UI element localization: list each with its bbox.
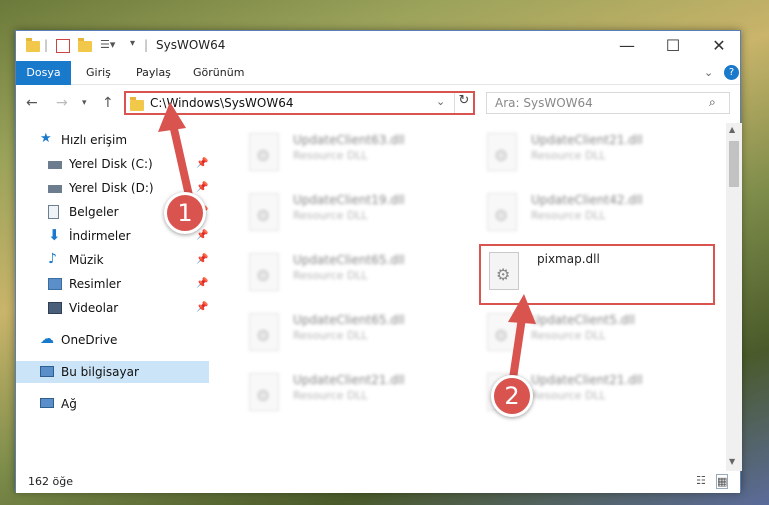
dll-file-icon xyxy=(487,313,517,351)
forward-button[interactable]: → xyxy=(56,95,68,111)
title-bar: | ☰▾ ▾ | SysWOW64 — ☐ ✕ xyxy=(16,31,740,61)
nav-item-muzik[interactable]: ♪ Müzik 📌 xyxy=(16,249,209,271)
nav-onedrive[interactable]: ☁ OneDrive xyxy=(16,329,209,351)
status-bar: 162 öğe ☷ ▦ xyxy=(16,471,740,493)
refresh-icon[interactable]: ↻ xyxy=(454,93,473,113)
computer-icon xyxy=(40,366,54,377)
folder-icon xyxy=(130,97,144,111)
navigation-pane: ★ Hızlı erişim Yerel Disk (C:) 📌 Yerel D… xyxy=(16,123,209,471)
dll-file-icon xyxy=(487,193,517,231)
scroll-thumb[interactable] xyxy=(729,141,739,187)
nav-item-videolar[interactable]: Videolar 📌 xyxy=(16,297,209,319)
search-input[interactable]: Ara: SysWOW64 ⌕ xyxy=(486,92,730,114)
file-item[interactable]: UpdateClient21.dll Resource DLL xyxy=(479,127,699,183)
address-path: C:\Windows\SysWOW64 xyxy=(150,96,294,110)
download-icon: ⬇ xyxy=(48,226,61,244)
dll-file-icon xyxy=(249,193,279,231)
separator: | xyxy=(44,38,49,52)
network-icon xyxy=(40,398,54,408)
up-button[interactable]: ↑ xyxy=(102,95,114,111)
window-title: SysWOW64 xyxy=(156,38,226,52)
recent-locations-icon[interactable]: ▾ xyxy=(82,98,87,108)
star-icon: ★ xyxy=(40,131,52,146)
nav-item-local-disk-c[interactable]: Yerel Disk (C:) 📌 xyxy=(16,153,209,175)
search-icon[interactable]: ⌕ xyxy=(709,95,716,110)
ribbon-collapse-icon[interactable]: ⌄ xyxy=(704,61,713,85)
search-placeholder: Ara: SysWOW64 xyxy=(495,96,593,110)
qa-dropdown-icon[interactable]: ▾ xyxy=(130,38,135,54)
minimize-button[interactable]: — xyxy=(604,31,650,61)
dll-file-icon xyxy=(249,253,279,291)
explorer-window: | ☰▾ ▾ | SysWOW64 — ☐ ✕ Dosya Giriş Payl… xyxy=(15,30,742,493)
nav-this-pc[interactable]: Bu bilgisayar xyxy=(16,361,209,383)
file-item[interactable]: UpdateClient19.dll Resource DLL xyxy=(241,187,461,243)
file-item[interactable]: UpdateClient5.dll Resource DLL xyxy=(479,307,699,363)
address-bar[interactable]: C:\Windows\SysWOW64 ⌄ ↻ xyxy=(124,91,475,115)
nav-item-resimler[interactable]: Resimler 📌 xyxy=(16,273,209,295)
pictures-icon xyxy=(48,278,62,290)
documents-icon xyxy=(48,205,59,219)
file-item[interactable]: UpdateClient63.dll Resource DLL xyxy=(241,127,461,183)
separator: | xyxy=(144,38,149,52)
pin-icon[interactable]: 📌 xyxy=(196,273,208,295)
drive-icon xyxy=(48,161,62,169)
drive-icon xyxy=(48,185,62,193)
file-item[interactable]: UpdateClient42.dll Resource DLL xyxy=(479,187,699,243)
new-folder-icon[interactable] xyxy=(78,38,92,52)
dll-file-icon xyxy=(249,133,279,171)
file-item[interactable]: UpdateClient65.dll Resource DLL xyxy=(241,307,461,363)
file-item[interactable]: UpdateClient65.dll Resource DLL xyxy=(241,247,461,303)
tab-dosya[interactable]: Dosya xyxy=(16,61,71,85)
pin-icon[interactable]: 📌 xyxy=(196,297,208,319)
back-button[interactable]: ← xyxy=(26,95,38,111)
dll-file-icon xyxy=(249,373,279,411)
nav-network[interactable]: Ağ xyxy=(16,393,209,415)
ribbon-tabs: Dosya Giriş Paylaş Görünüm ⌄ ? xyxy=(16,61,740,85)
tab-giris[interactable]: Giriş xyxy=(86,61,111,85)
close-button[interactable]: ✕ xyxy=(696,31,742,61)
scroll-up-icon[interactable]: ▲ xyxy=(729,125,735,134)
nav-quick-access[interactable]: ★ Hızlı erişim xyxy=(16,129,209,151)
item-count: 162 öğe xyxy=(28,475,73,488)
step-badge-2: 2 xyxy=(491,375,533,417)
file-list: UpdateClient63.dll Resource DLL UpdateCl… xyxy=(211,123,726,471)
vertical-scrollbar[interactable]: ▲ ▼ xyxy=(726,123,742,471)
tab-paylas[interactable]: Paylaş xyxy=(136,61,171,85)
pin-icon[interactable]: 📌 xyxy=(196,153,208,175)
properties-icon[interactable] xyxy=(56,39,70,53)
music-icon: ♪ xyxy=(48,251,57,267)
address-row: ← → ▾ ↑ C:\Windows\SysWOW64 ⌄ ↻ Ara: Sys… xyxy=(16,86,740,120)
details-view-icon[interactable]: ☷ xyxy=(696,474,706,487)
dll-file-icon xyxy=(249,313,279,351)
tab-gorunum[interactable]: Görünüm xyxy=(193,61,244,85)
file-item[interactable]: UpdateClient21.dll Resource DLL xyxy=(241,367,461,423)
dll-file-icon xyxy=(487,133,517,171)
address-dropdown-icon[interactable]: ⌄ xyxy=(436,95,445,108)
videos-icon xyxy=(48,302,62,314)
file-name: pixmap.dll xyxy=(537,252,600,266)
cloud-icon: ☁ xyxy=(40,331,54,347)
maximize-button[interactable]: ☐ xyxy=(650,31,696,61)
large-icons-view-icon[interactable]: ▦ xyxy=(716,474,729,489)
folder-icon xyxy=(26,38,40,52)
step-badge-1: 1 xyxy=(164,192,206,234)
file-item-pixmap[interactable]: pixmap.dll xyxy=(479,244,715,305)
customize-icon[interactable]: ☰▾ xyxy=(100,38,115,54)
scroll-down-icon[interactable]: ▼ xyxy=(729,457,735,466)
pin-icon[interactable]: 📌 xyxy=(196,249,208,271)
help-icon[interactable]: ? xyxy=(724,65,739,80)
dll-file-icon xyxy=(489,252,519,290)
